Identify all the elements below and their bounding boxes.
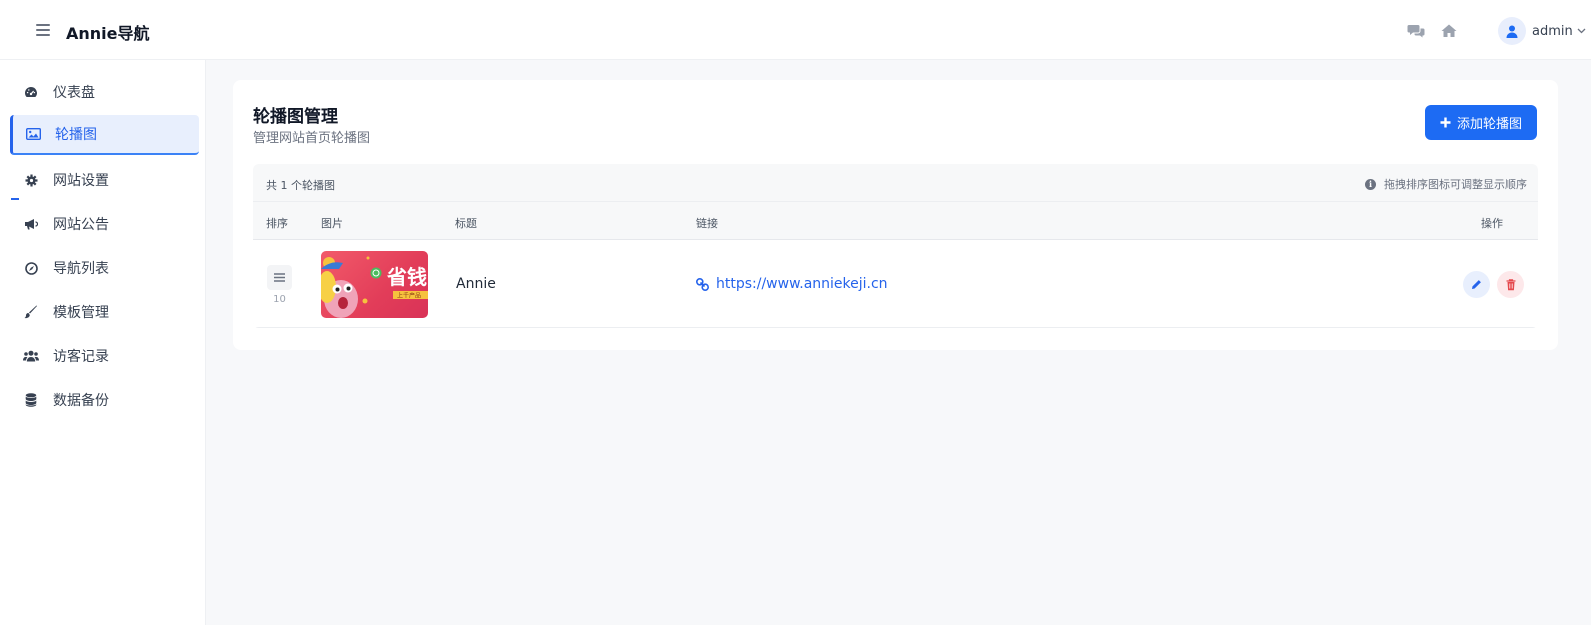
chevron-down-icon[interactable] [1577,28,1586,34]
sort-order: 10 [273,294,286,305]
page-subtitle: 管理网站首页轮播图 [253,131,371,146]
table-summary-bar: 共 1 个轮播图 i 拖拽排序图标可调整显示顺序 [253,164,1538,202]
carousel-image-tag: 上千产品 [397,292,421,300]
brand-title[interactable]: Annie导航 [66,20,150,44]
add-carousel-label: 添加轮播图 [1456,117,1522,132]
sidebar-item-label: 导航列表 [53,261,109,277]
column-link: 链接 [696,217,718,230]
row-link-url[interactable]: https://www.anniekeji.cn [716,276,888,292]
carousel-image-text: 省钱 [386,265,427,289]
info-icon: i [1365,178,1376,190]
avatar[interactable] [1498,17,1526,45]
sidebar-item-carousel[interactable]: 轮播图 [10,115,199,155]
sidebar-item-label: 模板管理 [53,305,109,321]
megaphone-icon [23,216,39,232]
carousel-count: 共 1 个轮播图 [266,179,335,192]
column-actions: 操作 [1481,217,1503,230]
column-image: 图片 [321,217,343,230]
collapse-indicator [11,198,19,200]
brush-icon [23,304,39,320]
trash-icon [1506,278,1515,290]
plus-icon [1440,117,1451,128]
sidebar-item-label: 访客记录 [53,349,109,365]
link-icon [696,277,709,291]
carousel-table: 共 1 个轮播图 i 拖拽排序图标可调整显示顺序 排序 图片 标题 链接 操作 … [253,164,1538,328]
compass-icon [23,260,39,276]
chat-icon[interactable] [1407,22,1425,40]
user-name[interactable]: admin [1532,24,1573,39]
drag-handle-icon[interactable] [267,265,292,290]
sidebar-item-label: 仪表盘 [53,85,95,101]
user-menu[interactable]: admin [1498,17,1586,45]
sidebar-item-label: 网站公告 [53,217,109,233]
row-link[interactable]: https://www.anniekeji.cn [696,276,888,292]
sidebar: 仪表盘 轮播图 网站设置 网站公告 导航列表 模板管理 访客记录 数据备份 [0,60,206,625]
image-icon [25,126,41,142]
sidebar-item-label: 轮播图 [55,127,97,143]
table-row: 10 省钱 上千产品 Annie https://www.anniekeji.c… [253,240,1538,328]
gauge-icon [23,84,39,100]
database-icon [23,392,39,408]
sidebar-item-label: 数据备份 [53,393,109,409]
drag-hint-text: 拖拽排序图标可调整显示顺序 [1384,178,1527,191]
sidebar-item-site-settings[interactable]: 网站设置 [10,160,199,200]
carousel-image: 省钱 上千产品 [321,256,428,318]
carousel-thumbnail[interactable]: 省钱 上千产品 [321,251,428,318]
table-header: 排序 图片 标题 链接 操作 [253,202,1538,240]
edit-button[interactable] [1463,271,1490,298]
top-bar: Annie导航 admin [0,0,1591,60]
drag-hint: i 拖拽排序图标可调整显示顺序 [1365,176,1527,192]
sidebar-item-templates[interactable]: 模板管理 [10,292,199,332]
sidebar-item-backup[interactable]: 数据备份 [10,380,199,420]
column-sort: 排序 [266,217,288,230]
carousel-card: 轮播图管理 管理网站首页轮播图 添加轮播图 共 1 个轮播图 i 拖拽排序图标可… [233,80,1558,350]
sidebar-item-label: 网站设置 [53,173,109,189]
pencil-icon [1472,280,1481,289]
row-title: Annie [456,276,496,292]
sidebar-item-visitors[interactable]: 访客记录 [10,336,199,376]
page-title: 轮播图管理 [253,107,338,127]
sidebar-item-nav-list[interactable]: 导航列表 [10,248,199,288]
gear-icon [23,172,39,188]
user-icon [1506,25,1518,38]
sidebar-item-dashboard[interactable]: 仪表盘 [10,72,199,112]
add-carousel-button[interactable]: 添加轮播图 [1425,105,1537,140]
sidebar-item-announcements[interactable]: 网站公告 [10,204,199,244]
delete-button[interactable] [1497,271,1524,298]
menu-toggle-icon[interactable] [36,24,50,36]
column-title: 标题 [455,217,477,230]
home-icon[interactable] [1440,22,1458,40]
users-icon [23,348,39,364]
